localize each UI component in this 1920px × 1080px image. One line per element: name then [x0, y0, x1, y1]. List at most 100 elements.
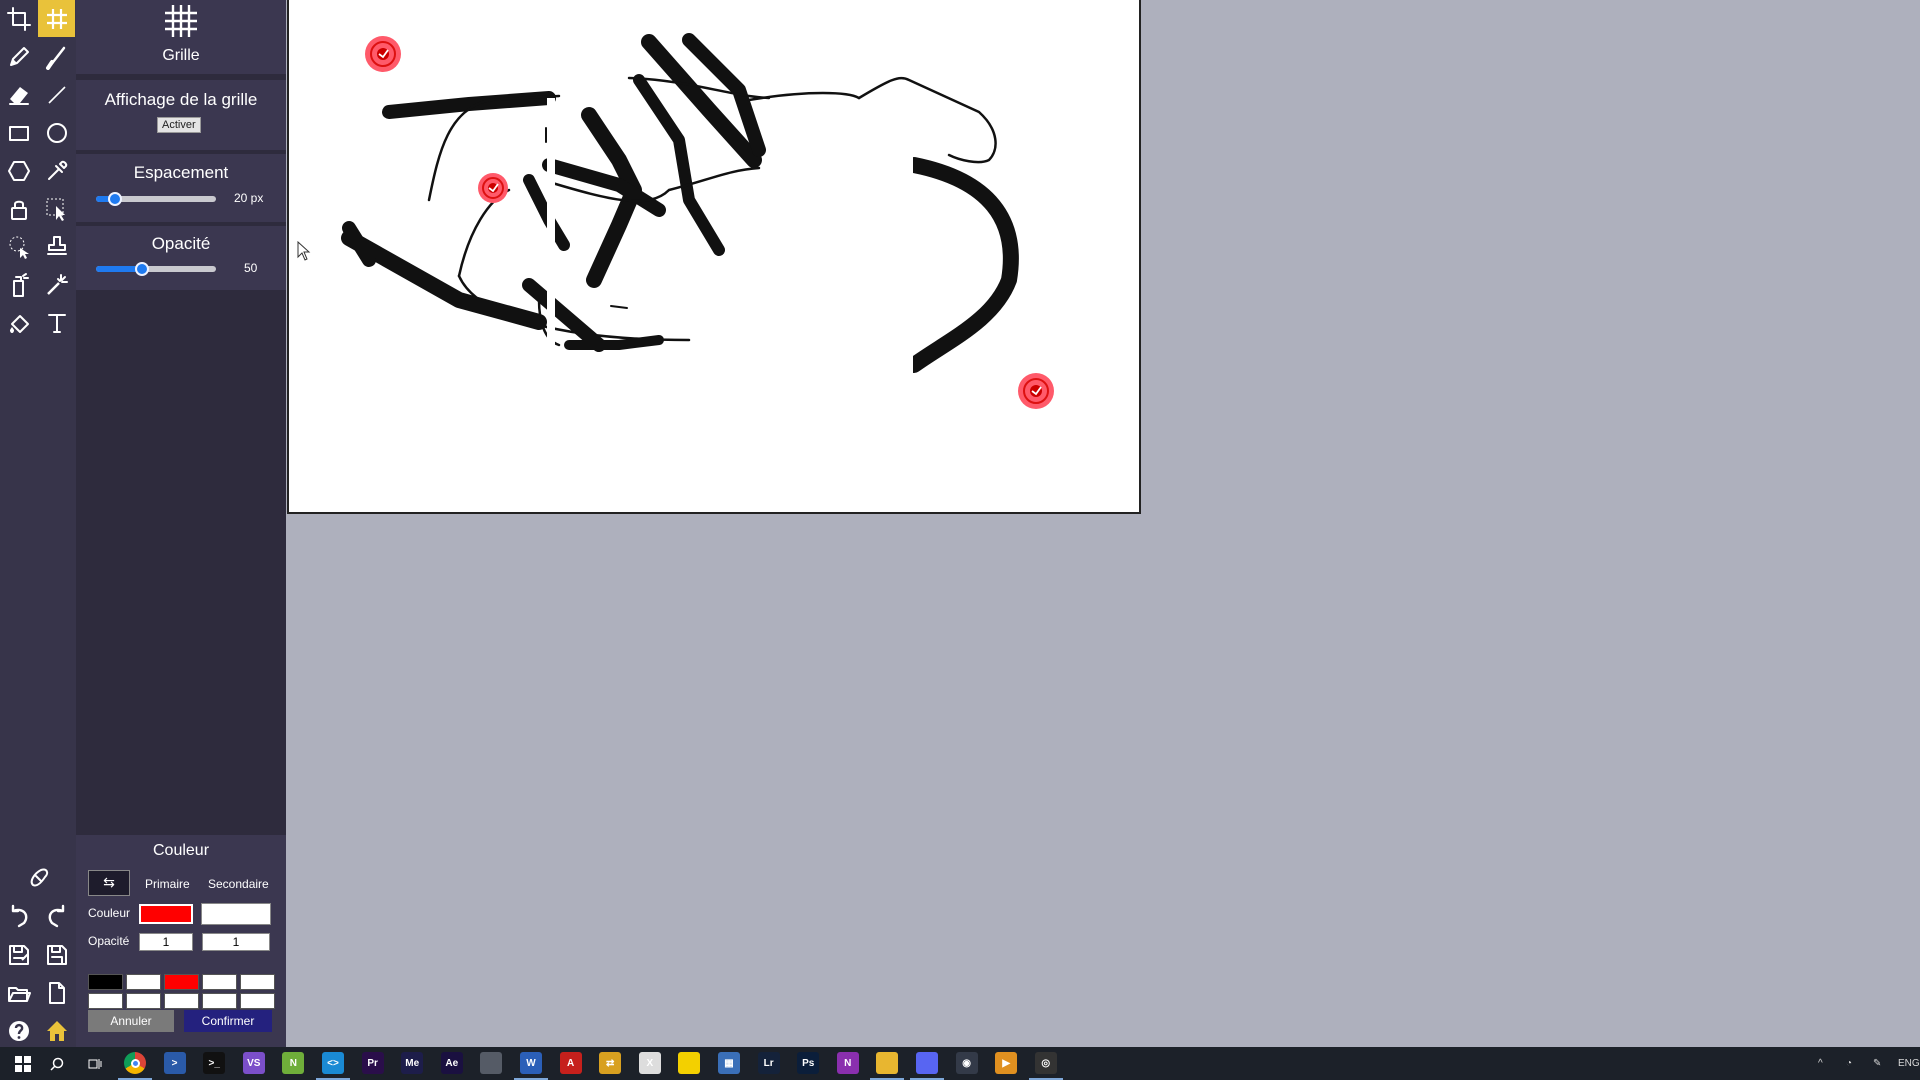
- grid-tool[interactable]: [38, 0, 75, 37]
- visual-studio-icon[interactable]: VS: [242, 1052, 265, 1074]
- terminal-icon[interactable]: >_: [203, 1052, 226, 1074]
- photoshop-icon[interactable]: Ps: [797, 1052, 820, 1074]
- new-file-button[interactable]: [38, 974, 75, 1011]
- media-encoder-icon[interactable]: Me: [401, 1052, 424, 1074]
- search-button[interactable]: [46, 1047, 68, 1080]
- spacing-slider[interactable]: [96, 192, 216, 206]
- opacity-slider-thumb[interactable]: [134, 262, 149, 276]
- open-button[interactable]: [0, 974, 37, 1011]
- confirm-button[interactable]: Confirmer: [184, 1010, 272, 1032]
- text-tool[interactable]: [38, 304, 75, 341]
- spacing-label: Espacement: [133, 163, 229, 182]
- polygon-tool[interactable]: [0, 152, 37, 189]
- notepadpp-icon[interactable]: N: [282, 1052, 305, 1074]
- lasso-tool[interactable]: [0, 228, 37, 265]
- palette-swatch[interactable]: [202, 993, 237, 1009]
- opacity-section: Opacité 50: [76, 226, 286, 290]
- pencil-tool[interactable]: [0, 38, 37, 75]
- palette-swatch[interactable]: [88, 993, 123, 1009]
- palette-swatch[interactable]: [240, 974, 275, 990]
- file-explorer-icon[interactable]: [876, 1052, 899, 1074]
- start-button[interactable]: [8, 1047, 38, 1080]
- eyedropper-icon: [47, 160, 67, 180]
- spotify-like-icon[interactable]: [480, 1052, 503, 1074]
- vpn-icon[interactable]: ◉: [955, 1052, 978, 1074]
- panel-title: Grille: [162, 47, 200, 64]
- discord-icon[interactable]: [916, 1052, 938, 1074]
- primary-label: Primaire: [145, 877, 190, 891]
- tray-language[interactable]: ENG: [1898, 1047, 1920, 1080]
- spray-tool[interactable]: [0, 266, 37, 303]
- cancel-button[interactable]: Annuler: [88, 1010, 174, 1032]
- excel-like-icon[interactable]: X: [638, 1052, 661, 1074]
- grid-header-icon: [163, 3, 199, 39]
- palette-swatch[interactable]: [164, 974, 199, 990]
- lightroom-icon[interactable]: Lr: [757, 1052, 780, 1074]
- palette-swatch[interactable]: [202, 974, 237, 990]
- paint-bucket-tool[interactable]: [0, 304, 37, 341]
- stamp-tool[interactable]: [38, 228, 75, 265]
- magic-wand-icon: [46, 273, 68, 295]
- obs-icon[interactable]: ◎: [1034, 1052, 1057, 1074]
- magic-wand-tool[interactable]: [38, 266, 75, 303]
- palette-swatch[interactable]: [126, 993, 161, 1009]
- undo-button[interactable]: [0, 897, 37, 934]
- spacing-slider-thumb[interactable]: [108, 192, 123, 206]
- lock-tool[interactable]: [0, 190, 37, 227]
- network-icon[interactable]: ◔: [1846, 1047, 1852, 1080]
- ellipse-tool[interactable]: [38, 114, 75, 151]
- secondary-opacity-input[interactable]: 1: [202, 933, 270, 951]
- bandage-button[interactable]: [19, 859, 56, 896]
- chrome-icon[interactable]: [124, 1052, 146, 1074]
- powershell-icon[interactable]: >: [163, 1052, 186, 1074]
- opacity-value: 50: [244, 261, 258, 275]
- primary-opacity-input[interactable]: 1: [139, 933, 193, 951]
- secondary-label: Secondaire: [208, 877, 269, 891]
- open-icon: [7, 986, 31, 1002]
- opacity-slider[interactable]: [96, 262, 216, 276]
- palette-swatch[interactable]: [240, 993, 275, 1009]
- drawing-canvas[interactable]: [287, 0, 1141, 514]
- calculator-icon[interactable]: ▦: [718, 1052, 740, 1074]
- help-button[interactable]: [0, 1012, 37, 1049]
- lasso-icon: [9, 236, 29, 259]
- rectangle-tool[interactable]: [0, 114, 37, 151]
- grid-icon: [46, 8, 67, 29]
- rectangle-icon: [8, 125, 29, 141]
- onenote-icon[interactable]: N: [836, 1052, 859, 1074]
- media-player-icon[interactable]: ▶: [995, 1052, 1018, 1074]
- save-button[interactable]: [38, 936, 75, 973]
- vscode-icon[interactable]: <>: [322, 1052, 344, 1074]
- new-file-icon: [48, 981, 65, 1004]
- save-as-button[interactable]: [0, 936, 37, 973]
- secondary-color-swatch[interactable]: [201, 903, 271, 925]
- palette-swatch[interactable]: [126, 974, 161, 990]
- taskbar: > >_ VS N <> Pr Me Ae W A ⇄ X ▦ Lr Ps N ◉ ▶ ◎ ^ ◔ ✎ ENG: [0, 1047, 1920, 1080]
- save-as-icon: [8, 944, 29, 965]
- home-button[interactable]: [38, 1012, 75, 1049]
- eraser-tool[interactable]: [0, 76, 37, 113]
- select-tool[interactable]: [38, 190, 75, 227]
- palette-swatch[interactable]: [164, 993, 199, 1009]
- bandage-icon: [30, 868, 48, 886]
- crop-tool[interactable]: [0, 0, 37, 37]
- transfer-icon[interactable]: ⇄: [599, 1052, 622, 1074]
- palette-swatch[interactable]: [88, 974, 123, 990]
- activate-grid-button[interactable]: Activer: [157, 117, 201, 133]
- primary-color-swatch[interactable]: [139, 904, 193, 924]
- tool-options-panel: Grille Affichage de la grille Activer Es…: [76, 0, 286, 1047]
- brush-tool[interactable]: [38, 38, 75, 75]
- after-effects-icon[interactable]: Ae: [440, 1052, 463, 1074]
- undo-icon: [11, 904, 27, 927]
- pen-icon[interactable]: ✎: [1873, 1047, 1881, 1080]
- acrobat-icon[interactable]: A: [559, 1052, 582, 1074]
- redo-button[interactable]: [38, 897, 75, 934]
- task-view-button[interactable]: [84, 1047, 106, 1080]
- line-tool[interactable]: [38, 76, 75, 113]
- eyedropper-tool[interactable]: [38, 152, 75, 189]
- sticky-notes-icon[interactable]: [678, 1052, 701, 1074]
- swap-colors-button[interactable]: ⇆: [88, 870, 130, 896]
- premiere-icon[interactable]: Pr: [361, 1052, 384, 1074]
- tray-chevron-icon[interactable]: ^: [1818, 1047, 1823, 1080]
- word-icon[interactable]: W: [520, 1052, 542, 1074]
